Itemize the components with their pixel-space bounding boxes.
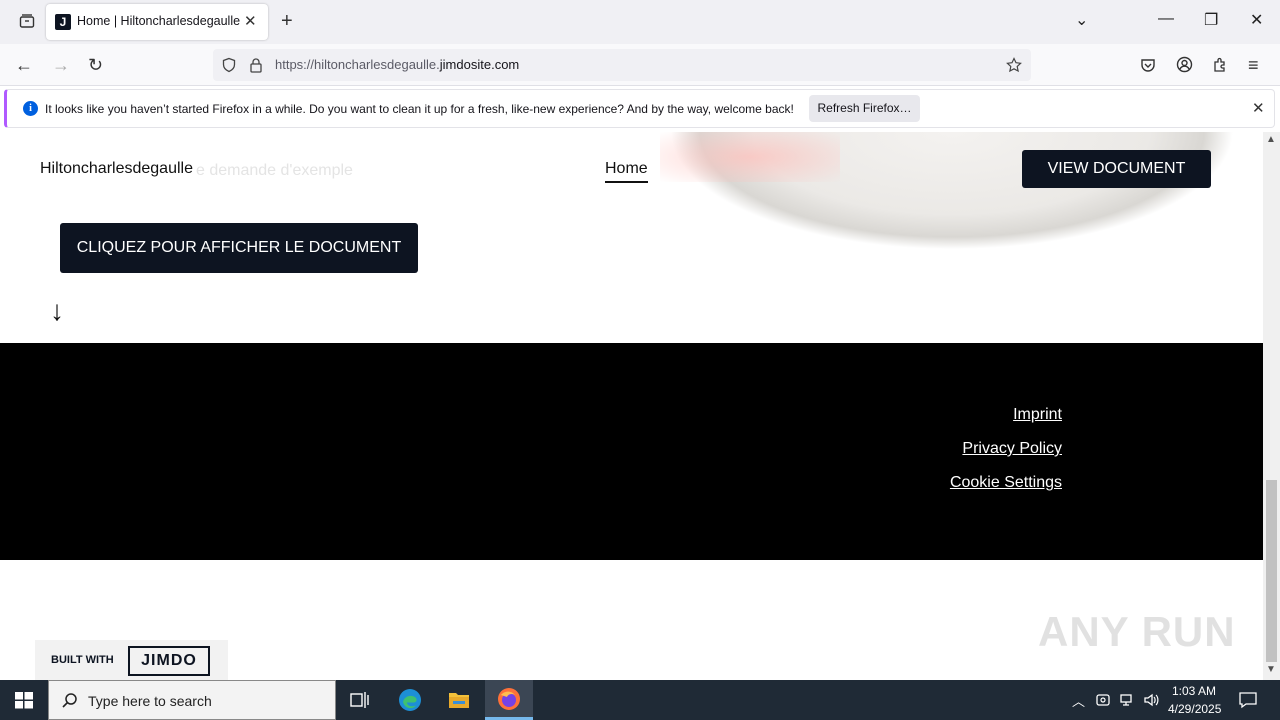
edge-icon[interactable] — [398, 688, 422, 712]
refresh-firefox-button[interactable]: Refresh Firefox… — [809, 95, 920, 122]
address-bar[interactable]: https://hiltoncharlesdegaulle.jimdosite.… — [213, 49, 1031, 81]
footer: Imprint Privacy Policy Cookie Settings — [0, 343, 1263, 560]
navigation-toolbar: ← → ↻ https://hiltoncharlesdegaulle.jimd… — [0, 44, 1280, 86]
show-hidden-icons-icon[interactable]: ︿ — [1072, 691, 1085, 710]
scrollbar-thumb[interactable] — [1266, 480, 1277, 662]
volume-icon[interactable] — [1143, 692, 1160, 708]
nav-link-home[interactable]: Home — [605, 160, 648, 183]
search-icon — [62, 693, 77, 708]
windows-taskbar: Type here to search ︿ 1:03 AM 4/29/2025 — [0, 680, 1280, 720]
site-name[interactable]: Hiltoncharlesdegaulle — [40, 160, 193, 178]
page-scrollbar[interactable]: ▲ ▼ — [1263, 132, 1280, 680]
view-document-button[interactable]: VIEW DOCUMENT — [1022, 150, 1211, 188]
url-text: https://hiltoncharlesdegaulle.jimdosite.… — [275, 57, 520, 72]
built-with-label: BUILT WITH — [51, 654, 114, 666]
page-viewport: e demande d'exemple Hiltoncharlesdegaull… — [0, 132, 1263, 680]
search-placeholder: Type here to search — [88, 693, 212, 709]
taskbar-search-box[interactable]: Type here to search — [48, 680, 336, 720]
notification-bar: i It looks like you haven’t started Fire… — [4, 89, 1275, 128]
close-tab-icon[interactable]: ✕ — [244, 12, 257, 30]
jimdo-favicon-icon: J — [55, 14, 71, 30]
tab-title: Home | Hiltoncharlesdegaulle — [77, 14, 241, 28]
menu-icon[interactable]: ≡ — [1248, 55, 1259, 75]
scroll-down-icon[interactable]: ▼ — [1266, 664, 1276, 675]
task-view-icon[interactable] — [348, 688, 372, 712]
new-tab-icon[interactable]: + — [281, 10, 293, 32]
cookie-settings-link[interactable]: Cookie Settings — [950, 474, 1062, 492]
imprint-link[interactable]: Imprint — [1013, 406, 1062, 424]
privacy-policy-link[interactable]: Privacy Policy — [962, 440, 1062, 458]
clock-time[interactable]: 1:03 AM — [1172, 684, 1216, 698]
restore-icon[interactable]: ❐ — [1204, 10, 1218, 30]
forward-icon[interactable]: → — [52, 55, 70, 75]
notifications-icon[interactable] — [1238, 690, 1258, 710]
faded-header-text: e demande d'exemple — [196, 162, 353, 179]
pocket-icon[interactable] — [1140, 57, 1156, 73]
show-document-button[interactable]: CLIQUEZ POUR AFFICHER LE DOCUMENT — [60, 223, 418, 273]
extensions-icon[interactable] — [1212, 56, 1229, 73]
file-explorer-icon[interactable] — [447, 688, 471, 712]
firefox-taskbar-button[interactable] — [485, 680, 533, 720]
network-icon[interactable] — [1119, 692, 1135, 708]
close-window-icon[interactable]: ✕ — [1250, 10, 1263, 30]
info-icon: i — [23, 101, 38, 116]
chevron-down-icon[interactable]: ⌄ — [1075, 10, 1088, 30]
close-notification-icon[interactable]: ✕ — [1252, 99, 1265, 117]
windows-start-icon[interactable] — [0, 680, 48, 720]
reload-icon[interactable]: ↻ — [88, 55, 103, 75]
meet-now-icon[interactable] — [1096, 692, 1110, 708]
jimdo-logo: JIMDO — [128, 646, 210, 676]
lock-icon[interactable] — [249, 57, 263, 73]
back-icon[interactable]: ← — [15, 55, 33, 75]
bookmark-star-icon[interactable] — [1006, 57, 1022, 73]
anyrun-watermark: ANY RUN — [1038, 608, 1236, 655]
shield-icon[interactable] — [221, 57, 237, 73]
tab-list-icon[interactable] — [19, 13, 35, 29]
clock-date[interactable]: 4/29/2025 — [1168, 702, 1221, 716]
notification-text: It looks like you haven’t started Firefo… — [45, 102, 794, 116]
built-with-jimdo-badge[interactable]: BUILT WITH JIMDO — [35, 640, 228, 680]
scroll-up-icon[interactable]: ▲ — [1266, 134, 1276, 145]
firefox-icon — [498, 688, 520, 710]
account-icon[interactable] — [1176, 56, 1193, 73]
active-tab[interactable]: J Home | Hiltoncharlesdegaulle ✕ — [46, 4, 268, 40]
arrow-down-icon[interactable]: ↓ — [50, 294, 64, 328]
hero-image-accent — [660, 132, 840, 182]
tab-bar: J Home | Hiltoncharlesdegaulle ✕ + ⌄ — ❐… — [0, 0, 1280, 44]
minimize-icon[interactable]: — — [1158, 10, 1174, 28]
